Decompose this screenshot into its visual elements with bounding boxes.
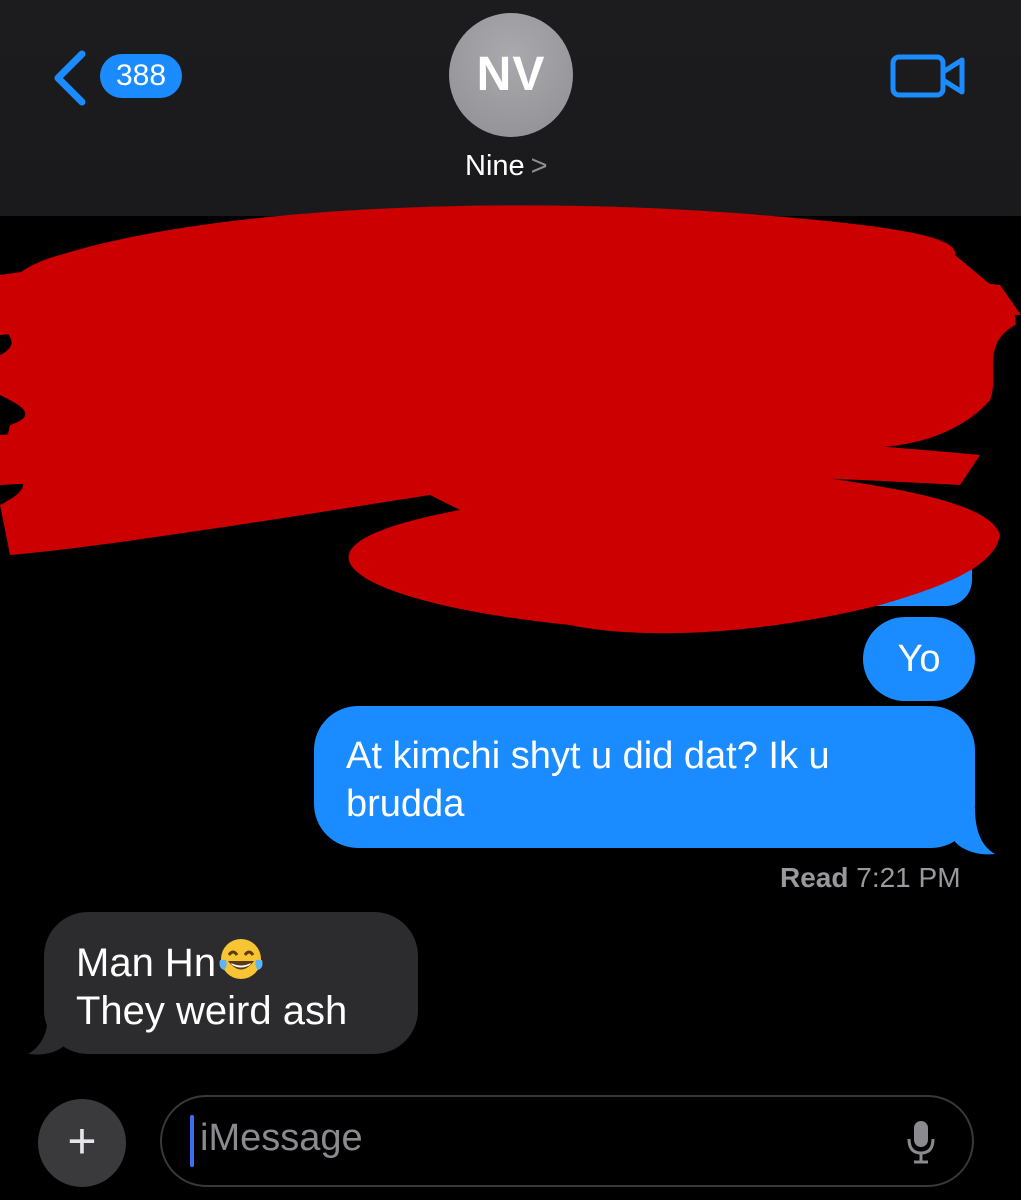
redaction-scribble xyxy=(0,205,1021,634)
read-receipt: Read 7:21 PM xyxy=(780,862,961,894)
apps-plus-button[interactable]: + xyxy=(38,1099,126,1187)
video-call-icon[interactable] xyxy=(890,52,966,100)
microphone-icon[interactable] xyxy=(906,1119,936,1165)
unread-count-badge[interactable]: 388 xyxy=(100,54,183,98)
text-cursor xyxy=(190,1115,194,1167)
imessage-input[interactable]: iMessage xyxy=(160,1095,974,1187)
outgoing-message-bubble[interactable]: Yo xyxy=(863,617,975,701)
bubble-tail xyxy=(955,808,995,855)
message-text-line: Man Hn xyxy=(76,934,418,987)
read-time: 7:21 PM xyxy=(856,862,961,893)
contact-name: Nine xyxy=(465,150,525,182)
conversation-header: 388 NV Nine > xyxy=(0,0,1021,216)
message-text-line: They weird ash xyxy=(76,989,348,1033)
outgoing-message-bubble[interactable]: At kimchi shyt u did dat? Ik u brudda xyxy=(314,706,975,848)
contact-avatar[interactable]: NV xyxy=(449,13,573,137)
read-label: Read xyxy=(780,862,849,893)
message-text-line: brudda xyxy=(346,783,465,825)
chevron-right-icon: > xyxy=(530,150,548,182)
contact-name-button[interactable]: Nine > xyxy=(465,150,548,183)
message-text: Man Hn xyxy=(76,941,217,985)
laughing-tears-emoji-icon xyxy=(219,939,263,979)
back-chevron-icon[interactable] xyxy=(46,48,106,108)
message-text-line: At kimchi shyt u did dat? Ik u xyxy=(346,735,830,777)
bubble-tail xyxy=(28,1014,66,1055)
incoming-message-bubble[interactable]: Man Hn They weird ash xyxy=(44,912,418,1054)
input-placeholder: iMessage xyxy=(200,1117,363,1159)
